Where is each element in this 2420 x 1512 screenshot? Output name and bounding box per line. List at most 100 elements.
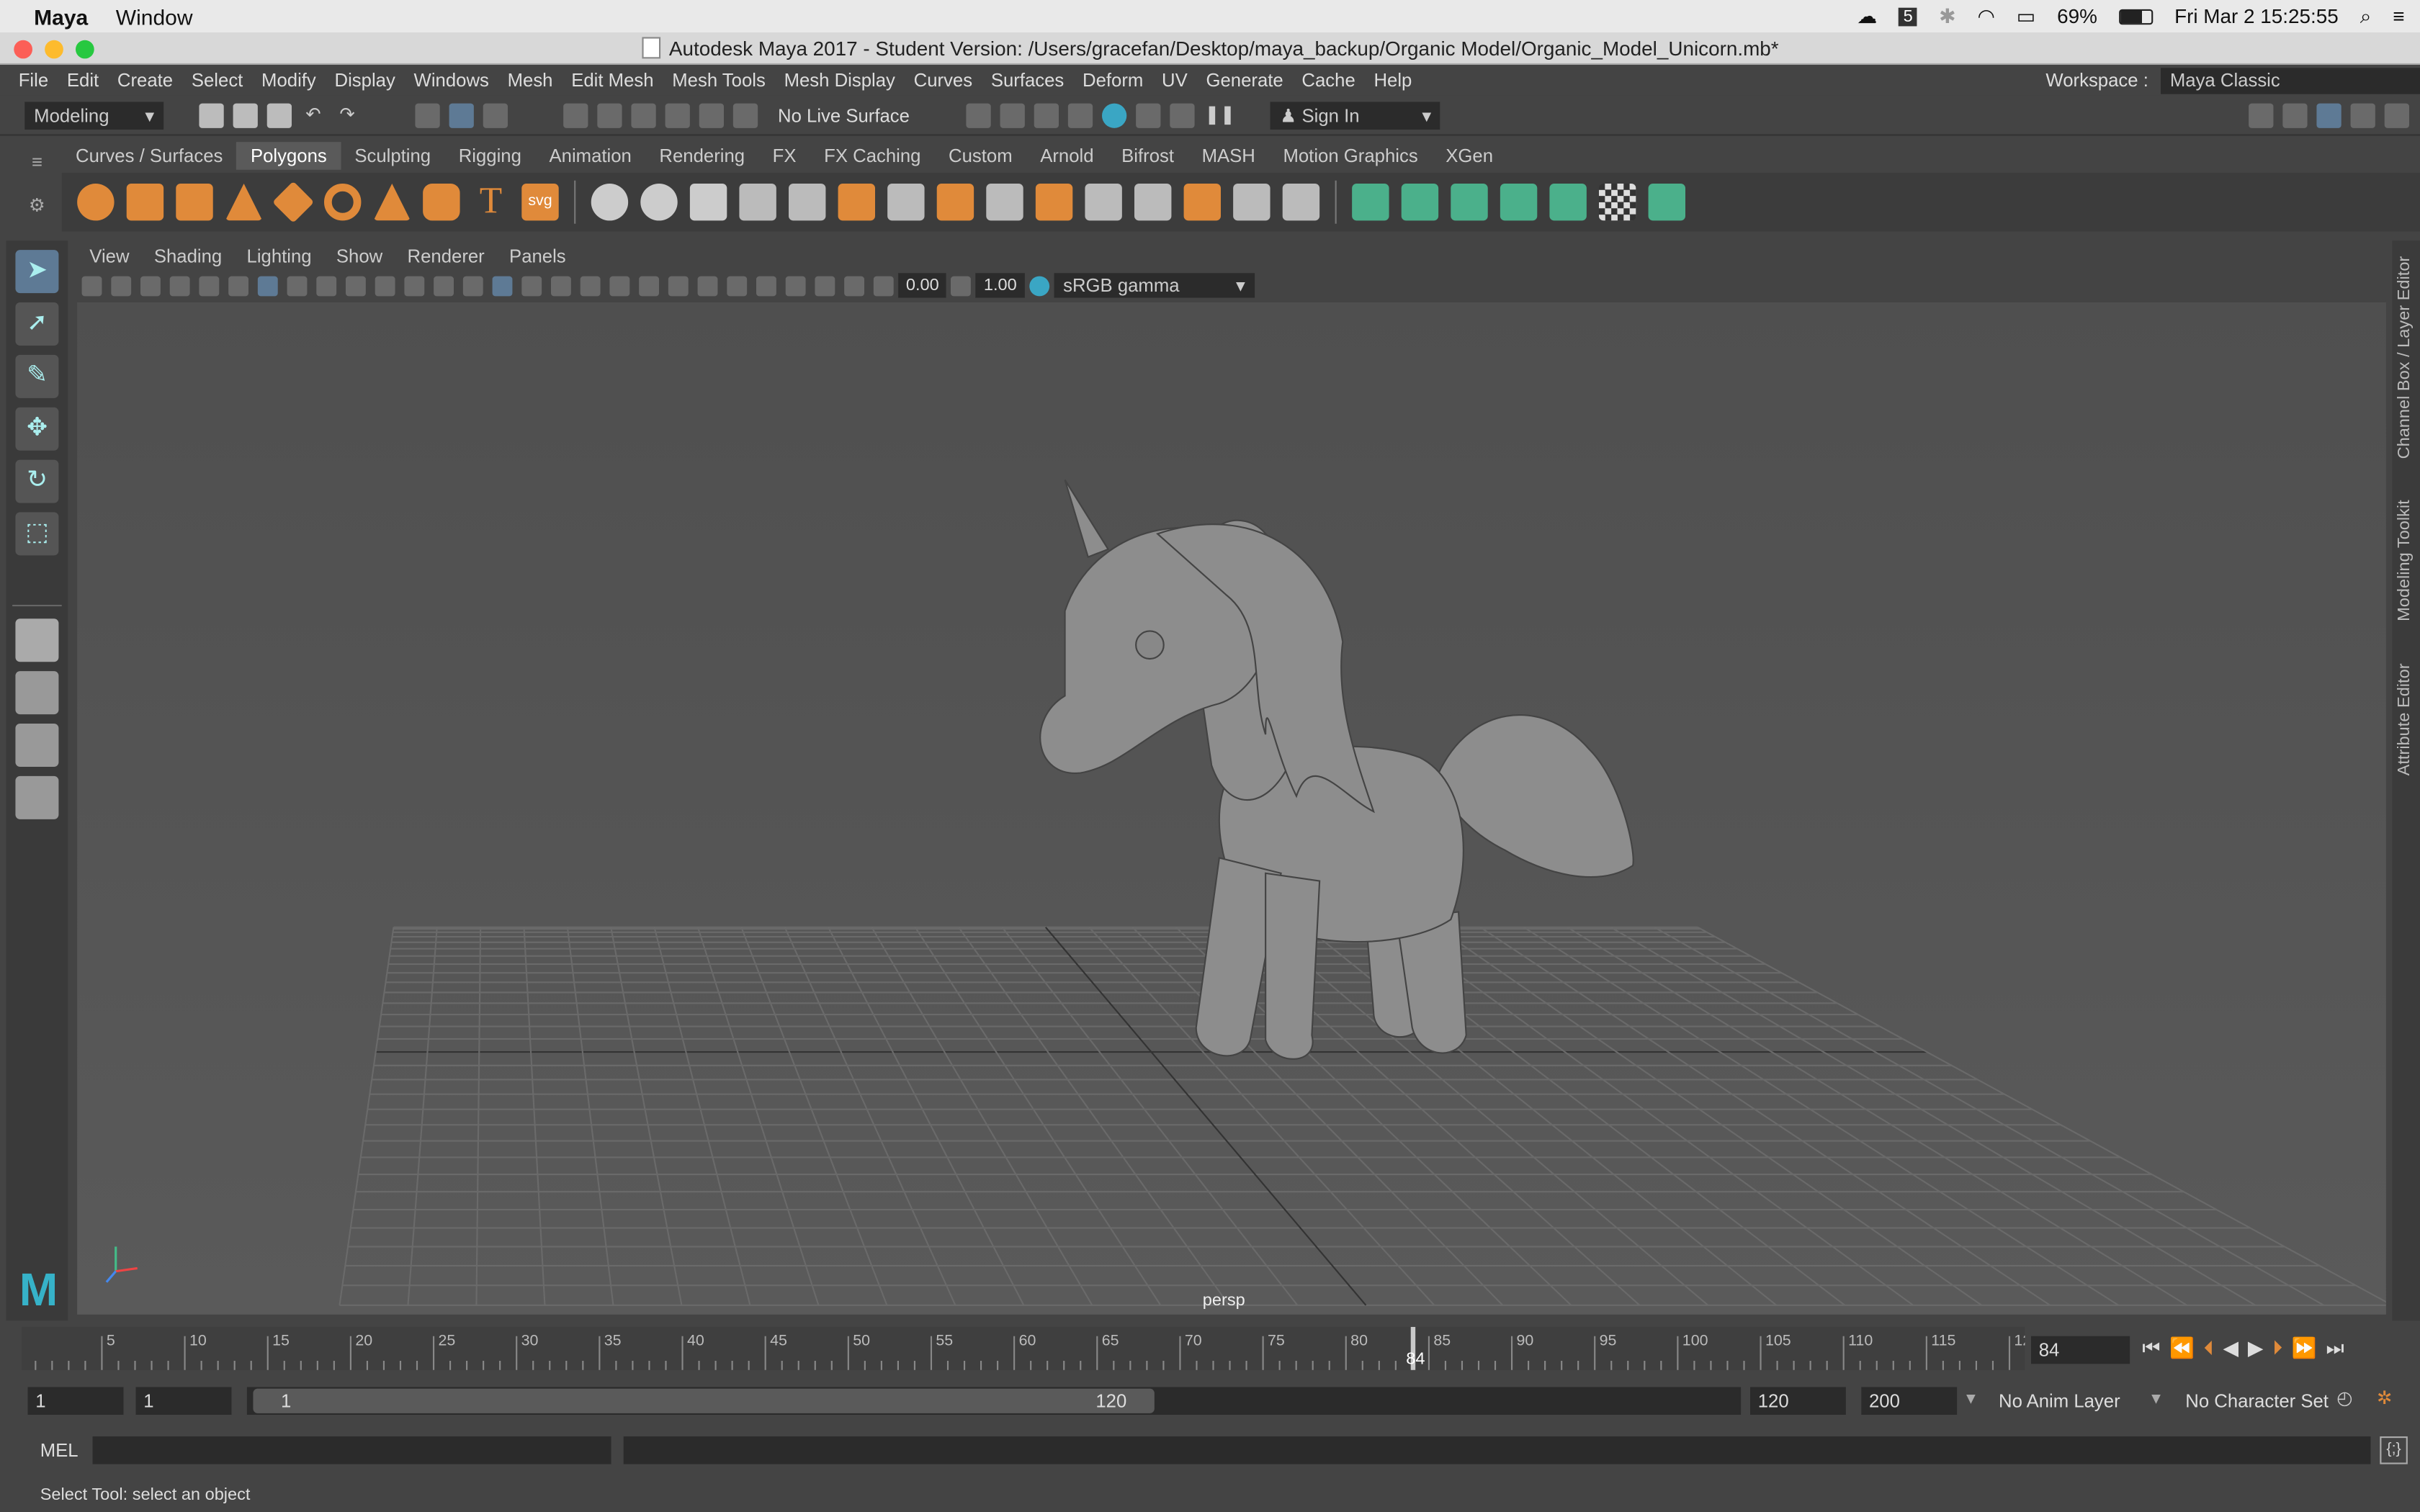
command-input[interactable]	[92, 1436, 611, 1464]
viewport-menu-shading[interactable]: Shading	[142, 246, 235, 267]
wifi-icon[interactable]: ◠	[1978, 4, 1995, 28]
xray-icon[interactable]	[785, 275, 806, 296]
unicorn-horn[interactable]	[1064, 479, 1110, 558]
hypershade-icon[interactable]	[1102, 102, 1128, 127]
poly-text-icon[interactable]: T	[472, 184, 509, 220]
shelf-tab-mash[interactable]: MASH	[1188, 142, 1269, 170]
chevron-down-icon[interactable]: ▾	[1966, 1387, 1976, 1408]
open-scene-icon[interactable]	[233, 102, 258, 127]
light-editor-icon[interactable]	[1170, 102, 1196, 127]
chevron-down-icon[interactable]: ▾	[2151, 1387, 2161, 1408]
menu-edit-mesh[interactable]: Edit Mesh	[562, 69, 663, 91]
shelf-tab-fx-caching[interactable]: FX Caching	[810, 142, 935, 170]
step-forward-frame-icon[interactable]: ⏵	[2272, 1336, 2282, 1361]
playback-end-field[interactable]: 120	[1750, 1387, 1846, 1415]
redo-icon[interactable]: ↷	[335, 103, 359, 127]
menu-surfaces[interactable]: Surfaces	[982, 69, 1073, 91]
bookmarks-icon[interactable]	[140, 275, 161, 296]
menu-modify[interactable]: Modify	[252, 69, 325, 91]
shelf-tab-motion-graphics[interactable]: Motion Graphics	[1269, 142, 1432, 170]
command-language-label[interactable]: MEL	[40, 1439, 79, 1461]
textured-icon[interactable]	[551, 275, 571, 296]
snap-point-icon[interactable]	[631, 102, 656, 127]
single-perspective-layout-icon[interactable]	[15, 618, 59, 662]
unicorn-tail[interactable]	[1434, 714, 1634, 878]
time-slider-ruler[interactable]: 5 10 15 20 25 30 35 40 45 50 55 60 65 70 75 80 85 90 95 100…	[22, 1326, 2040, 1370]
scene-end-field[interactable]: 200	[1861, 1387, 1958, 1415]
shelf-tab-curves-surfaces[interactable]: Curves / Surfaces	[62, 142, 237, 170]
step-back-key-icon[interactable]: ⏪	[2169, 1336, 2195, 1361]
poly-cylinder-icon[interactable]	[176, 183, 213, 221]
menu-help[interactable]: Help	[1365, 69, 1422, 91]
viewport-menu-view[interactable]: View	[77, 246, 142, 267]
tool-settings-toggle-icon[interactable]	[2350, 102, 2375, 127]
mirror-icon[interactable]	[1183, 183, 1221, 221]
two-view-layout-icon[interactable]	[15, 723, 59, 767]
shelf-tab-rendering[interactable]: Rendering	[645, 142, 758, 170]
scale-tool-icon[interactable]: ⬚	[15, 512, 59, 556]
select-component-icon[interactable]	[483, 102, 508, 127]
ipr-render-icon[interactable]	[1034, 102, 1059, 127]
menu-deform[interactable]: Deform	[1073, 69, 1152, 91]
planar-uv-icon[interactable]	[1352, 183, 1389, 221]
xray-components-icon[interactable]	[844, 275, 864, 296]
snap-view-plane-icon[interactable]	[665, 102, 690, 127]
gamma-icon[interactable]	[951, 275, 972, 296]
shelf-tab-custom[interactable]: Custom	[935, 142, 1026, 170]
channel-box-tab[interactable]: Channel Box / Layer Editor	[2396, 256, 2414, 459]
gamma-field[interactable]: 1.00	[976, 273, 1025, 298]
anim-layer-dropdown[interactable]: No Anim Layer	[1999, 1390, 2120, 1412]
step-forward-key-icon[interactable]: ⏩	[2292, 1336, 2317, 1361]
character-set-dropdown[interactable]: No Character Set	[2185, 1390, 2329, 1412]
render-setup-icon[interactable]	[1136, 102, 1162, 127]
shelf-tab-polygons[interactable]: Polygons	[236, 142, 341, 170]
zoom-window-button[interactable]	[76, 40, 94, 59]
wireframe-icon[interactable]	[462, 275, 483, 296]
poly-pipe-icon[interactable]	[423, 183, 460, 221]
select-hierarchy-icon[interactable]	[415, 102, 440, 127]
render-view-icon[interactable]	[967, 102, 992, 127]
2d-pan-zoom-icon[interactable]	[228, 275, 248, 296]
rotate-tool-icon[interactable]: ↻	[15, 459, 59, 503]
app-menu[interactable]: Maya	[34, 4, 88, 28]
menu-edit[interactable]: Edit	[58, 69, 108, 91]
minimize-window-button[interactable]	[45, 40, 63, 59]
close-window-button[interactable]	[14, 40, 32, 59]
film-gate-icon[interactable]	[287, 275, 308, 296]
svg-icon[interactable]: svg	[521, 183, 559, 221]
human-ik-toggle-icon[interactable]	[2282, 102, 2308, 127]
unicorn-front-leg-right[interactable]	[1265, 872, 1321, 1060]
center-pivot-icon[interactable]	[1233, 183, 1270, 221]
viewport-menu-lighting[interactable]: Lighting	[234, 246, 323, 267]
clock[interactable]: Fri Mar 2 15:25:55	[2174, 4, 2339, 27]
camera-attributes-icon[interactable]	[111, 275, 132, 296]
scene-start-field[interactable]: 1	[27, 1387, 124, 1415]
anti-aliasing-icon[interactable]	[697, 275, 718, 296]
viewport-canvas[interactable]: persp	[77, 302, 2386, 1315]
insert-edge-loop-icon[interactable]	[1085, 183, 1122, 221]
range-slider[interactable]: 1 120	[246, 1387, 1742, 1415]
shelf-tab-bifrost[interactable]: Bifrost	[1108, 142, 1188, 170]
select-tool-icon[interactable]: ➤	[15, 250, 59, 294]
shelf-settings-icon[interactable]: ⚙	[22, 194, 53, 216]
poly-sphere-icon[interactable]	[77, 183, 115, 221]
range-slider-handle[interactable]: 1 120	[253, 1388, 1155, 1413]
menu-create[interactable]: Create	[108, 69, 182, 91]
separate-icon[interactable]	[640, 183, 678, 221]
resolution-gate-icon[interactable]	[316, 275, 337, 296]
unicorn-eye[interactable]	[1135, 630, 1165, 660]
bridge-icon[interactable]	[838, 183, 875, 221]
bevel-icon[interactable]	[789, 183, 826, 221]
perspective-viewport[interactable]: persp	[77, 302, 2386, 1315]
status-5-icon[interactable]: 5	[1899, 6, 1918, 26]
automatic-uv-icon[interactable]	[1500, 183, 1538, 221]
fill-hole-icon[interactable]	[1134, 183, 1172, 221]
grid-toggle-icon[interactable]	[257, 275, 278, 296]
exposure-field[interactable]: 0.00	[898, 273, 947, 298]
notification-center-icon[interactable]: ≡	[2393, 4, 2404, 27]
shelf-tab-animation[interactable]: Animation	[535, 142, 645, 170]
combine-icon[interactable]	[591, 183, 629, 221]
menu-mesh[interactable]: Mesh	[498, 69, 563, 91]
render-frame-icon[interactable]	[1000, 102, 1026, 127]
motion-blur-icon[interactable]	[668, 275, 689, 296]
